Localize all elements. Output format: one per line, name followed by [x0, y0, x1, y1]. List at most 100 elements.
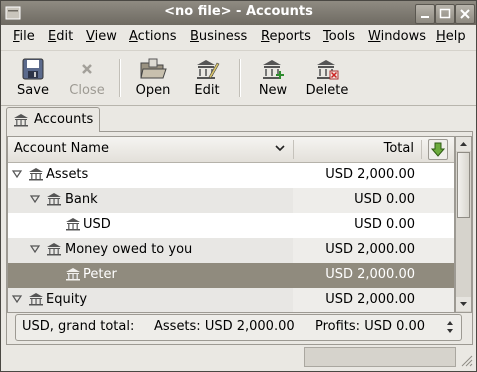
account-icon [14, 114, 28, 127]
sort-chevron-down-icon[interactable] [274, 141, 286, 155]
tree-row[interactable]: Equity USD 2,000.00 [8, 288, 454, 312]
account-icon [29, 168, 43, 181]
expander-icon[interactable] [29, 193, 41, 205]
close-icon [460, 9, 470, 19]
scrollbar-thumb[interactable] [457, 152, 470, 218]
maximize-icon [439, 8, 451, 19]
menu-tools[interactable]: Tools [323, 29, 355, 44]
menu-actions[interactable]: Actions [129, 29, 177, 44]
new-account-button[interactable]: New [250, 55, 296, 101]
tree-row[interactable]: Bank USD 0.00 [8, 188, 454, 213]
column-account-name[interactable]: Account Name [14, 141, 109, 156]
menu-windows[interactable]: Windows [368, 29, 426, 44]
scroll-up-button[interactable] [456, 137, 471, 151]
expander-icon[interactable] [29, 243, 41, 255]
column-divider[interactable] [293, 140, 294, 159]
total-cell: USD 2,000.00 [293, 163, 454, 188]
total-cell: USD 2,000.00 [293, 263, 454, 288]
toolbar: Save Close Open Edit New Delete [1, 50, 476, 106]
menu-mnemonic: A [129, 29, 138, 44]
close-x-icon [82, 64, 92, 74]
summary-label: USD, grand total: [22, 319, 135, 334]
summary-assets: Assets: USD 2,000.00 [154, 319, 295, 334]
tree-row-selected[interactable]: Peter USD 2,000.00 [8, 263, 454, 288]
name-cell: Bank [8, 188, 293, 213]
edit-label: Edit [194, 83, 220, 98]
save-label: Save [17, 83, 49, 98]
menu-label: iew [94, 29, 117, 44]
menu-mnemonic: V [86, 29, 95, 44]
summary-bar[interactable]: USD, grand total: Assets: USD 2,000.00 P… [15, 314, 462, 341]
menu-mnemonic: B [190, 29, 199, 44]
account-total: USD 0.00 [354, 192, 415, 207]
tree-row[interactable]: Assets USD 2,000.00 [8, 163, 454, 188]
new-label: New [258, 83, 288, 98]
menu-mnemonic: H [436, 29, 446, 44]
delete-label: Delete [305, 83, 349, 98]
column-divider[interactable] [421, 140, 422, 159]
expander-icon[interactable] [11, 293, 23, 305]
edit-account-icon [197, 60, 220, 79]
close-button[interactable]: Close [64, 55, 110, 101]
open-folder-icon [140, 58, 167, 79]
arrow-down-icon [460, 302, 467, 306]
menu-label: ools [328, 29, 356, 44]
edit-button[interactable]: Edit [184, 55, 230, 101]
delete-account-button[interactable]: Delete [304, 55, 350, 101]
column-total[interactable]: Total [384, 141, 414, 156]
account-icon [66, 218, 80, 231]
total-cell: USD 2,000.00 [293, 288, 454, 312]
resize-grip-icon[interactable] [459, 353, 473, 367]
accounts-tree[interactable]: Account Name Total Assets USD 2,000.00 B… [7, 136, 455, 313]
menu-label: usiness [198, 29, 248, 44]
menu-file[interactable]: File [13, 29, 35, 44]
scroll-down-button[interactable] [456, 297, 471, 311]
total-cell: USD 2,000.00 [293, 238, 454, 263]
tree-row[interactable]: Money owed to you USD 2,000.00 [8, 238, 454, 263]
menu-help[interactable]: Help [436, 29, 466, 44]
vertical-scrollbar[interactable] [455, 136, 472, 313]
tree-row[interactable]: USD USD 0.00 [8, 213, 454, 238]
new-account-icon [263, 60, 284, 79]
status-bar-progress [304, 347, 456, 367]
close-window-button[interactable] [455, 4, 475, 24]
minimize-button[interactable] [415, 4, 435, 24]
menu-edit[interactable]: Edit [48, 29, 73, 44]
expander-icon[interactable] [11, 168, 23, 180]
up-down-arrows-icon[interactable] [445, 318, 455, 336]
menu-view[interactable]: View [86, 29, 117, 44]
account-icon [66, 268, 80, 281]
open-label: Open [135, 83, 171, 98]
tab-accounts[interactable]: Accounts [6, 107, 100, 132]
tab-accounts-label: Accounts [34, 112, 94, 127]
menu-mnemonic: W [368, 29, 381, 44]
menu-label: ctions [137, 29, 177, 44]
menu-mnemonic: E [48, 29, 57, 44]
maximize-button[interactable] [435, 4, 455, 24]
summary-profits: Profits: USD 0.00 [315, 319, 426, 334]
account-total: USD 2,000.00 [325, 242, 415, 257]
main-window: <no file> - Accounts File Edit View Acti… [0, 0, 477, 372]
menu-label: eports [269, 29, 311, 44]
delete-account-icon [317, 60, 339, 80]
menu-label: elp [445, 29, 466, 44]
open-button[interactable]: Open [130, 55, 176, 101]
column-chooser-button[interactable] [428, 139, 448, 160]
title-bar[interactable]: <no file> - Accounts [1, 1, 476, 25]
window-title: <no file> - Accounts [164, 4, 313, 19]
account-name: Peter [83, 267, 117, 282]
account-name: Money owed to you [65, 242, 193, 257]
menu-reports[interactable]: Reports [261, 29, 311, 44]
account-icon [29, 293, 43, 306]
account-name: Assets [46, 167, 89, 182]
account-name: USD [83, 217, 111, 232]
toolbar-separator [119, 59, 121, 97]
account-name: Bank [65, 192, 98, 207]
arrow-up-icon [460, 142, 467, 146]
account-total: USD 2,000.00 [325, 267, 415, 282]
menu-business[interactable]: Business [190, 29, 247, 44]
account-icon [47, 193, 61, 206]
menu-label: dit [56, 29, 74, 44]
name-cell: USD [8, 213, 293, 238]
save-button[interactable]: Save [10, 55, 56, 101]
